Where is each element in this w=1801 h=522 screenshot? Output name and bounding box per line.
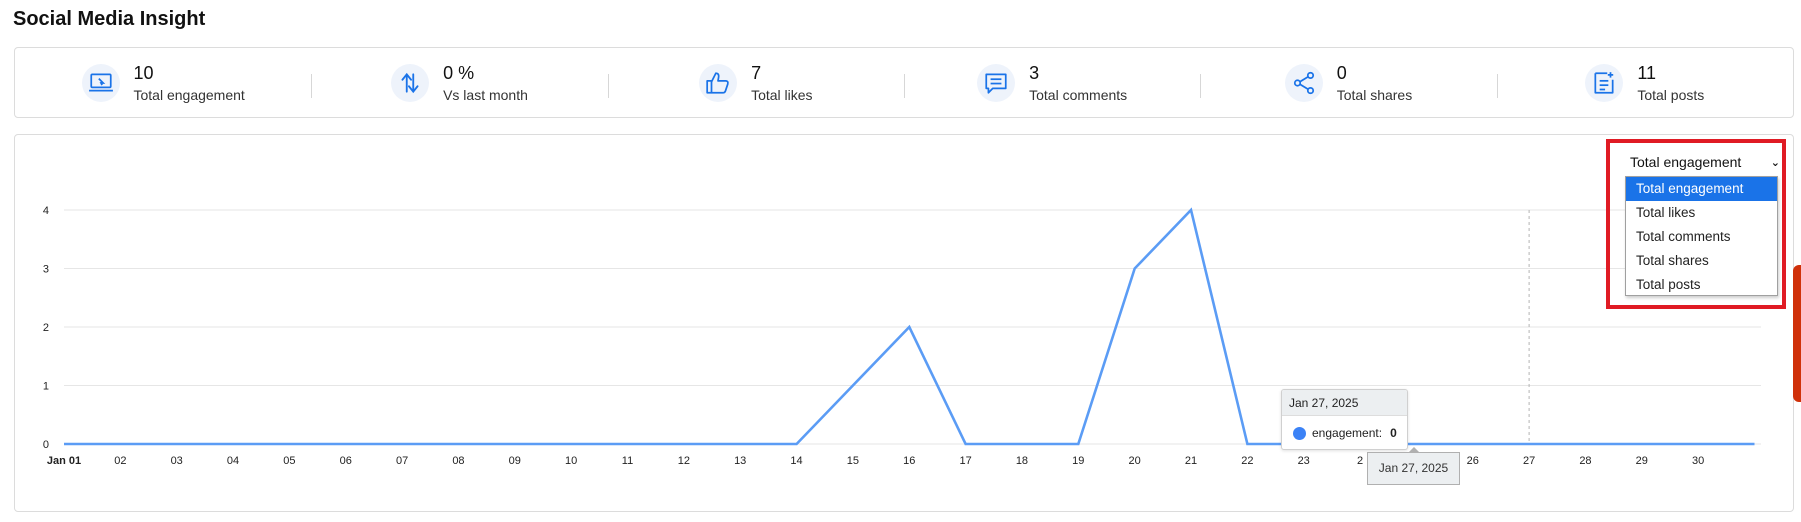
page-title: Social Media Insight (13, 8, 206, 30)
stat-label: Total shares (1336, 86, 1413, 103)
stat-total-shares: 0 Total shares (1200, 48, 1496, 117)
stat-value: 3 (1029, 62, 1040, 83)
x-tick-label: 09 (509, 455, 521, 467)
x-tick-label: 23 (1298, 455, 1310, 467)
dropdown-option[interactable]: Total posts (1626, 273, 1777, 297)
x-tick-label: 11 (622, 455, 633, 467)
x-tick-label: 18 (1016, 455, 1028, 467)
stat-total-posts: 11 Total posts (1496, 48, 1793, 117)
stat-label: Total comments (1029, 86, 1128, 103)
x-tick-label: 28 (1579, 455, 1591, 467)
metric-dropdown-list: Total engagement Total likes Total comme… (1625, 176, 1778, 296)
x-tick-label: 06 (340, 455, 352, 467)
x-tick-label: 17 (959, 455, 971, 467)
share-icon (1284, 63, 1323, 102)
stat-label: Total likes (751, 86, 813, 103)
chart-tooltip: Jan 27, 2025 engagement: 0 (1281, 389, 1408, 450)
x-tick-label: 2 (1357, 455, 1363, 467)
x-tick-label: 04 (227, 455, 239, 467)
up-down-arrows-icon (391, 63, 430, 102)
x-tick-label: 21 (1185, 455, 1197, 467)
stat-label: Vs last month (443, 86, 528, 103)
y-tick-label: 1 (43, 381, 49, 393)
metric-select-value: Total engagement (1630, 154, 1742, 170)
stat-value: 11 (1637, 62, 1657, 83)
tooltip-date: Jan 27, 2025 (1282, 390, 1407, 416)
x-tick-label: 27 (1523, 455, 1535, 467)
document-icon (1585, 63, 1624, 102)
tooltip-value: 0 (1390, 426, 1397, 440)
stat-value: 10 (133, 62, 154, 83)
x-tick-label: 08 (452, 455, 464, 467)
y-tick-label: 4 (43, 205, 49, 217)
x-tick-label: 03 (171, 455, 183, 467)
x-tick-label: 22 (1241, 455, 1253, 467)
x-tick-label: Jan 01 (47, 455, 81, 467)
x-tick-label: 15 (847, 455, 859, 467)
dropdown-option[interactable]: Total comments (1626, 225, 1777, 249)
y-tick-label: 3 (43, 264, 49, 276)
x-tick-label: 12 (678, 455, 690, 467)
x-tick-label: 30 (1692, 455, 1704, 467)
engagement-chart-card: 01234 Jan 01 02 03 04 05 06 07 08 09 10 11 12 13 14 15… (14, 134, 1794, 512)
stat-label: Total engagement (133, 86, 245, 103)
dropdown-option[interactable]: Total likes (1626, 201, 1777, 225)
x-axis-crosshair-label: Jan 27, 2025 (1367, 447, 1460, 485)
x-tick-label: 26 (1467, 455, 1479, 467)
metric-select[interactable]: Total engagement ⌄ (1622, 151, 1784, 173)
stat-total-engagement: 10 Total engagement (15, 48, 311, 117)
x-tick-label: 05 (283, 455, 295, 467)
y-tick-label: 2 (43, 322, 49, 334)
x-tick-label: 02 (114, 455, 126, 467)
side-feedback-tab[interactable] (1793, 265, 1801, 402)
dropdown-option[interactable]: Total engagement (1626, 177, 1777, 201)
tooltip-series-label: engagement: (1312, 426, 1383, 440)
x-tick-label: 20 (1129, 455, 1141, 467)
y-tick-label: 0 (43, 439, 49, 451)
stat-total-likes: 7 Total likes (607, 48, 904, 117)
x-tick-label: 16 (903, 455, 915, 467)
stat-vs-last-month: 0 % Vs last month (311, 48, 607, 117)
engagement-line-chart[interactable]: 01234 Jan 01 02 03 04 05 06 07 08 09 10 11 12 13 14 15… (15, 135, 1795, 513)
x-tick-label: 19 (1072, 455, 1084, 467)
thumbs-up-icon (699, 63, 738, 102)
stats-summary: 10 Total engagement 0 % Vs last month 7 … (14, 47, 1794, 118)
dropdown-option[interactable]: Total shares (1626, 249, 1777, 273)
x-tick-label: 29 (1636, 455, 1648, 467)
stat-value: 0 (1336, 62, 1347, 83)
stat-total-comments: 3 Total comments (903, 48, 1200, 117)
x-tick-label: 10 (565, 455, 577, 467)
x-tick-label: 07 (396, 455, 408, 467)
x-tick-label: 13 (734, 455, 746, 467)
stat-label: Total posts (1637, 86, 1705, 103)
series-dot-icon (1293, 426, 1306, 440)
stat-value: 7 (751, 62, 762, 83)
x-tick-label: 14 (790, 455, 802, 467)
monitor-cursor-icon (81, 63, 120, 102)
stat-value: 0 % (443, 62, 475, 83)
chevron-down-icon: ⌄ (1770, 156, 1780, 169)
comment-icon (977, 63, 1016, 102)
